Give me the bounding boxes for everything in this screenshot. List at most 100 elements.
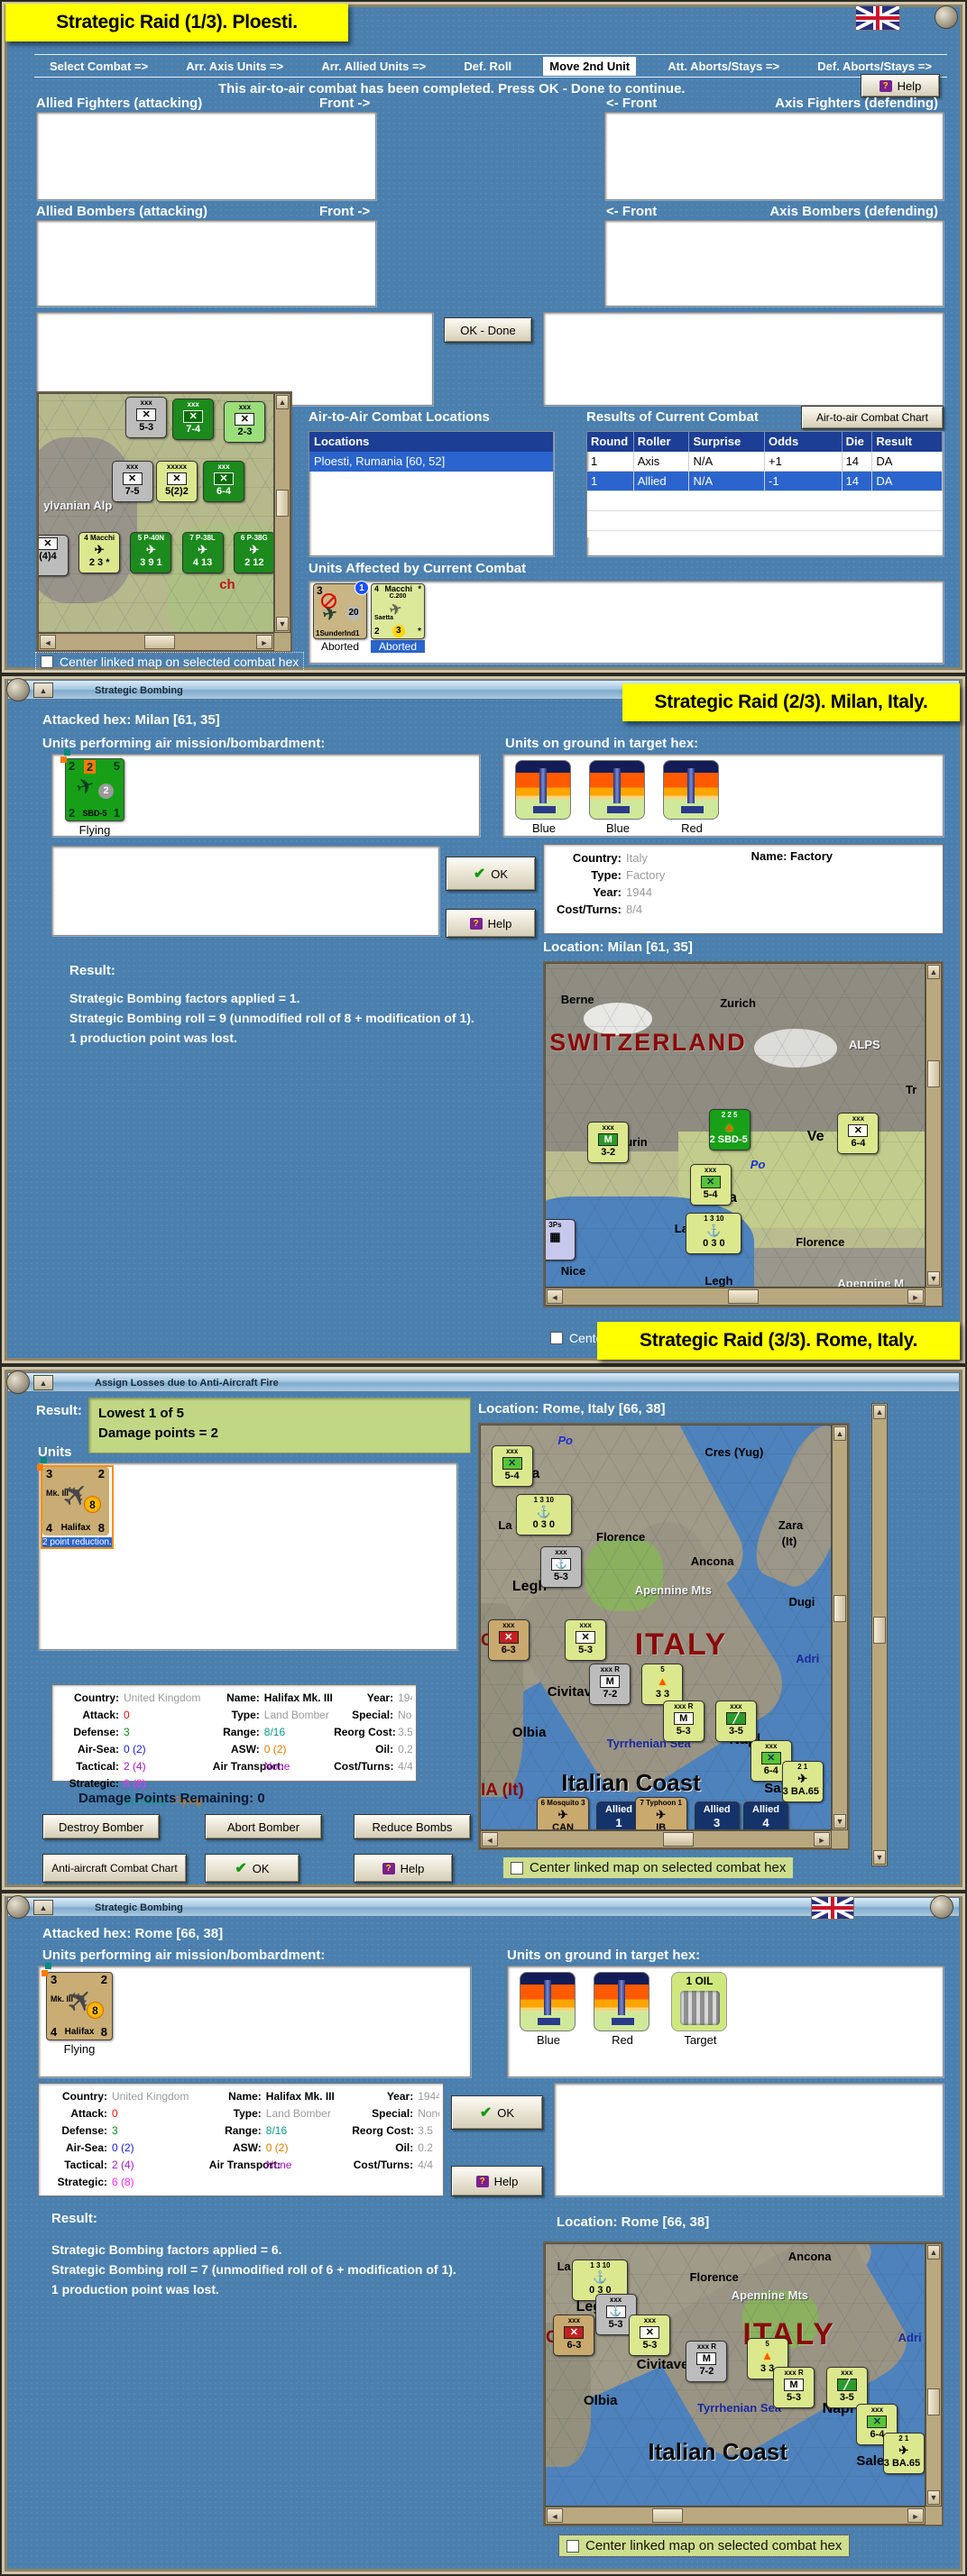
- minimize-button[interactable]: ▲: [33, 683, 53, 698]
- help-button[interactable]: ? Help: [446, 909, 536, 938]
- info-col-1: Country: Italy Type: Factory Year: 1944 Cost/T…: [548, 849, 751, 929]
- window-knob[interactable]: [6, 1371, 30, 1394]
- minimize-button[interactable]: ▲: [33, 1375, 53, 1390]
- abort-bomber-button[interactable]: Abort Bomber: [205, 1814, 322, 1839]
- axis-reserve-box[interactable]: [543, 312, 944, 406]
- combat-step-tab[interactable]: Att. Aborts/Stays =>: [661, 57, 786, 76]
- aborted-unit-macchi[interactable]: 4 Macchi * C.200 ✈ Saetta 2 3 * Aborted: [371, 583, 425, 653]
- sunderland-counter[interactable]: 3 1 ✈ 20 1SunderInd1: [313, 581, 369, 639]
- halifax-counter[interactable]: 3 2 Mk. III ✈ 8 4 Halifax 8: [41, 1963, 113, 2040]
- combat-step-tab[interactable]: Arr. Axis Units =>: [180, 57, 290, 76]
- air-combat-chart-button[interactable]: Air-to-air Combat Chart: [801, 406, 944, 429]
- spare-units-box[interactable]: [51, 846, 439, 936]
- map-unit-counter: xxx ✕ 6-3: [553, 2315, 595, 2357]
- allied-fighters-box[interactable]: [36, 112, 376, 200]
- location-row[interactable]: Ploesti, Rumania [60, 52]: [309, 452, 553, 472]
- results-row[interactable]: 1 Allied N/A -1 14 DA: [587, 472, 943, 491]
- performing-units-box[interactable]: 2 2 5 ✈ 2 2 SBD-5 1 Flying: [51, 749, 480, 837]
- combat-step-tab[interactable]: Select Combat =>: [43, 57, 154, 76]
- info-row: Air Transport: None: [208, 2159, 292, 2171]
- map-hscroll[interactable]: ◄ ►: [545, 1288, 926, 1306]
- results-row[interactable]: 1 Axis N/A +1 14 DA: [587, 452, 943, 472]
- center-map-checkbox[interactable]: [41, 655, 53, 668]
- map-vscroll[interactable]: ▲ ▼: [274, 393, 290, 633]
- aa-combat-chart-button[interactable]: Anti-aircraft Combat Chart: [42, 1854, 187, 1883]
- center-map-checkbox[interactable]: [566, 2539, 579, 2553]
- ok-done-button[interactable]: OK - Done: [444, 317, 532, 343]
- combat-step-tab[interactable]: Def. Aborts/Stays =>: [811, 57, 938, 76]
- titlebar[interactable]: ▲ Assign Losses due to Anti-Aircraft Fir…: [6, 1371, 960, 1394]
- results-header-cell: Round: [587, 432, 634, 452]
- ground-units-box[interactable]: Blue Red 1 OIL Target: [507, 1966, 944, 2077]
- allied-bombers-box[interactable]: [36, 220, 376, 307]
- window-vscroll[interactable]: ▲ ▼: [871, 1403, 888, 1866]
- sbd-5-counter[interactable]: 2 2 5 ✈ 2 2 SBD-5 1: [60, 749, 124, 821]
- aborted-unit-sunderland[interactable]: 3 1 ✈ 20 1SunderInd1 Aborted: [313, 581, 369, 653]
- linked-map-3[interactable]: PoCres (Yug)oaLa SZara(It)FlorenceAncona…: [478, 1423, 850, 1850]
- map-unit-counter: xxxxx ✕ 5(2)2: [156, 460, 198, 502]
- linked-map-1[interactable]: ylvanian Alp ch xxx ✕ 5-3 xxx ✕ 7-4 xxx ✕ 2-3 xxx ✕…: [36, 391, 292, 653]
- rome-map[interactable]: PoCres (Yug)oaLa SZara(It)FlorenceAncona…: [480, 1425, 832, 1830]
- combat-step-tab[interactable]: Def. Roll: [457, 57, 518, 76]
- destroy-bomber-button[interactable]: Destroy Bomber: [42, 1814, 160, 1839]
- ok-button[interactable]: ✔ OK: [446, 857, 536, 891]
- performing-units-box[interactable]: 3 2 Mk. III ✈ 8 4 Halifax 8 Flying: [38, 1963, 471, 2077]
- selected-bomber[interactable]: 3 2 Mk. III ✈ 8 4 Halifax 8 2 point redu…: [37, 1457, 114, 1549]
- minimize-button[interactable]: ▲: [33, 1900, 53, 1915]
- axis-bombers-box[interactable]: [604, 220, 944, 307]
- status-dot-orange: [41, 1970, 48, 1976]
- uk-flag-icon: [811, 1896, 854, 1920]
- map-vscroll[interactable]: ▲ ▼: [832, 1425, 848, 1830]
- reduce-bombs-button[interactable]: Reduce Bombs: [354, 1814, 471, 1839]
- combat-step-tab[interactable]: Move 2nd Unit: [543, 56, 637, 76]
- results-title: Results of Current Combat: [586, 409, 759, 425]
- milan-map[interactable]: BerneZurichSWITZERLANDALPSTrurinVePooaLa…: [545, 963, 926, 1288]
- titlebar-text: Assign Losses due to Anti-Aircraft Fire: [95, 1378, 279, 1389]
- close-knob[interactable]: [930, 1895, 953, 1919]
- map-unit-counter: xxx R M 7-2: [686, 2341, 728, 2383]
- ok-button[interactable]: ✔ OK: [451, 2095, 543, 2130]
- map-vscroll[interactable]: ▲ ▼: [926, 2243, 942, 2507]
- flying-unit[interactable]: 2 2 5 ✈ 2 2 SBD-5 1 Flying: [60, 749, 124, 837]
- halifax-counter[interactable]: 3 2 Mk. III ✈ 8 4 Halifax 8: [37, 1457, 109, 1536]
- help-button[interactable]: ? Help: [354, 1854, 453, 1883]
- axis-bombers-label: Axis Bombers (defending): [769, 204, 938, 219]
- flying-unit[interactable]: 3 2 Mk. III ✈ 8 4 Halifax 8 Flying: [41, 1963, 113, 2056]
- strategic-bombing-window-milan: ▲ Strategic Bombing Strategic Raid (2/3)…: [0, 674, 967, 1365]
- axis-fighters-box[interactable]: [604, 112, 944, 200]
- center-map-row-4: Center linked map on selected combat hex: [557, 2535, 851, 2557]
- bomber-info-box: Country: United Kingdom Attack: 0 Defense: 3 A…: [38, 2083, 444, 2196]
- ground-units-box[interactable]: Blue Blue Red: [502, 754, 944, 837]
- results-header-cell: Roller: [634, 432, 690, 452]
- map-hscroll[interactable]: ◄ ►: [38, 633, 274, 651]
- combat-map[interactable]: ylvanian Alp ch xxx ✕ 5-3 xxx ✕ 7-4 xxx ✕ 2-3 xxx ✕…: [38, 393, 274, 633]
- result-line: 1 production point was lost.: [69, 1031, 237, 1045]
- ok-button[interactable]: ✔ OK: [205, 1854, 299, 1883]
- units-box[interactable]: 3 2 Mk. III ✈ 8 4 Halifax 8 2 point redu…: [37, 1457, 457, 1650]
- help-button[interactable]: ? Help: [451, 2166, 543, 2196]
- info-row: Year:1944: [386, 2090, 439, 2103]
- map-hscroll[interactable]: ◄ ►: [480, 1830, 832, 1848]
- factory-icon: [663, 760, 719, 820]
- oil-label: Target: [684, 2033, 717, 2047]
- macchi-counter[interactable]: 4 Macchi * C.200 ✈ Saetta 2 3 *: [371, 583, 425, 639]
- center-map-checkbox[interactable]: [511, 1861, 523, 1875]
- rome-map-2[interactable]: La SFlorenceAnconaLeghApennine MtsITALYC…: [545, 2243, 926, 2507]
- window-knob[interactable]: [6, 1895, 30, 1919]
- linked-map-2[interactable]: BerneZurichSWITZERLANDALPSTrurinVePooaLa…: [543, 961, 944, 1307]
- window-knob[interactable]: [6, 678, 30, 701]
- linked-map-4[interactable]: La SFlorenceAnconaLeghApennine MtsITALYC…: [543, 2241, 944, 2526]
- front-left-label: <- Front: [606, 96, 658, 111]
- status-dot-teal: [64, 749, 70, 756]
- aa-result-lines: Lowest 1 of 5 Damage points = 2: [98, 1404, 461, 1444]
- spare-box[interactable]: [554, 2083, 944, 2196]
- check-icon: ✔: [479, 2105, 493, 2121]
- window-knob[interactable]: [935, 5, 958, 29]
- titlebar[interactable]: ▲ Strategic Bombing: [6, 1895, 960, 1920]
- map-vscroll[interactable]: ▲ ▼: [926, 963, 942, 1288]
- map-hscroll[interactable]: ◄ ►: [545, 2507, 926, 2525]
- center-map-checkbox[interactable]: [550, 1332, 563, 1344]
- help-button[interactable]: ? Help: [861, 74, 940, 97]
- combat-step-tab[interactable]: Arr. Allied Units =>: [315, 57, 432, 76]
- factory-unit: Blue: [515, 760, 573, 835]
